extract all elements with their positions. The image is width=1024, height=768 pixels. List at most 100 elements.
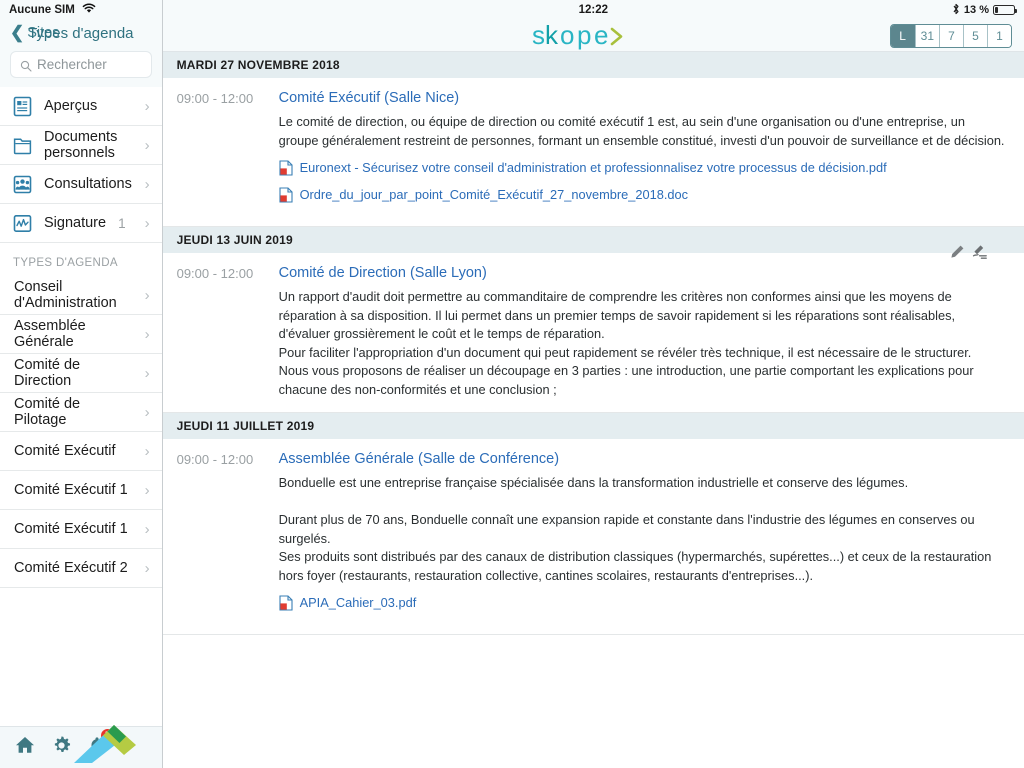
sidebar-item-label: Comité Exécutif <box>14 443 116 459</box>
battery-status-group: 13 % <box>952 0 1017 20</box>
svg-text:p: p <box>577 21 591 50</box>
agenda-event[interactable]: 09:00 - 12:00 Comité Exécutif (Salle Nic… <box>162 78 1024 259</box>
event-body: Assemblée Générale (Salle de Conférence)… <box>279 451 1008 621</box>
sidebar-item-comite-de-direction[interactable]: Comité de Direction › <box>0 354 162 393</box>
segment-7[interactable]: 7 <box>939 25 963 47</box>
svg-text:e: e <box>594 21 608 50</box>
chevron-right-icon: › <box>144 364 150 382</box>
sidebar-item-label: Conseil d'Administration <box>14 279 117 311</box>
battery-percent-label: 13 % <box>963 4 989 16</box>
chevron-right-icon: › <box>144 559 150 577</box>
back-button[interactable]: ❮ Sites <box>10 23 60 42</box>
app-root: Aucune SIM ❮ Sites Types d'agenda Recher… <box>0 0 1024 768</box>
segment-1[interactable]: 1 <box>987 25 1011 47</box>
chevron-right-icon: › <box>144 403 150 421</box>
doc-file-icon <box>279 187 293 208</box>
event-description: Bonduelle est une entreprise française s… <box>278 475 992 583</box>
attachment-item[interactable]: Euronext - Sécurisez votre conseil d'adm… <box>279 159 1008 181</box>
event-time: 09:00 - 12:00 <box>176 452 254 467</box>
agenda-event[interactable]: 09:00 - 12:00 Assemblée Générale (Salle … <box>162 439 1024 635</box>
back-button-label: Sites <box>27 25 60 41</box>
sidebar-item-label: Comité de Pilotage <box>14 396 81 428</box>
sidebar-item-apercus[interactable]: Aperçus › <box>0 87 162 126</box>
svg-text:s: s <box>532 21 546 50</box>
home-icon[interactable] <box>14 735 36 760</box>
sidebar-item-label: Signature <box>44 215 107 231</box>
sidebar-item-label: Assemblée Générale <box>14 318 86 350</box>
agenda-list[interactable]: MARDI 27 NOVEMBRE 2018 09:00 - 12:00 Com… <box>162 52 1024 768</box>
sidebar-item-assemblee-generale[interactable]: Assemblée Générale › <box>0 315 162 354</box>
event-title[interactable]: Assemblée Générale (Salle de Conférence) <box>279 451 1008 467</box>
attachment-name: APIA_Cahier_03.pdf <box>299 595 417 610</box>
svg-text:k: k <box>545 21 559 50</box>
attachment-name: Euronext - Sécurisez votre conseil d'adm… <box>299 160 887 175</box>
sidebar-item-label: Comité de Direction <box>14 357 81 389</box>
sidebar-item-label: Consultations <box>44 176 132 192</box>
sidebar-item-comite-executif-1-alt[interactable]: Comité Exécutif 1 › <box>0 510 162 549</box>
search-icon <box>20 59 32 72</box>
sidebar-item-label: Comité Exécutif 1 <box>14 482 128 498</box>
view-range-segmented-control[interactable]: L 31 7 5 1 <box>889 24 1012 48</box>
day-header: JEUDI 11 JUILLET 2019 <box>162 413 1024 439</box>
sidebar-bottom-toolbar: 5 <box>0 725 162 768</box>
sidebar-item-label: Documents personnels <box>44 129 118 161</box>
wifi-icon <box>82 3 96 17</box>
attachment-item[interactable]: APIA_Cahier_03.pdf <box>279 594 1008 616</box>
event-title[interactable]: Comité Exécutif (Salle Nice) <box>279 90 1008 106</box>
agenda-event[interactable]: 09:00 - 12:00 Comité de Direction (Salle… <box>162 253 1024 413</box>
sidebar-item-label: Aperçus <box>44 98 98 114</box>
event-time: 09:00 - 12:00 <box>176 91 254 106</box>
sidebar-item-consultations[interactable]: Consultations › <box>0 165 162 204</box>
chevron-logo-icon <box>66 721 162 768</box>
signature-icon <box>13 213 32 234</box>
sidebar-item-comite-de-pilotage[interactable]: Comité de Pilotage › <box>0 393 162 432</box>
battery-icon <box>993 5 1017 15</box>
sidebar-item-documents-personnels[interactable]: Documents personnels › <box>0 126 162 165</box>
attachment-name: Ordre_du_jour_par_point_Comité_Exécutif_… <box>299 187 689 202</box>
sidebar-item-conseil-administration[interactable]: Conseil d'Administration › <box>0 276 162 315</box>
pdf-file-icon <box>279 595 293 616</box>
event-attachments: APIA_Cahier_03.pdf <box>279 594 1008 616</box>
status-bar-right: 12:22 13 % <box>162 0 1024 20</box>
chevron-right-icon: › <box>144 325 150 343</box>
sidebar-item-comite-executif-2[interactable]: Comité Exécutif 2 › <box>0 549 162 588</box>
group-icon <box>13 174 32 195</box>
event-title[interactable]: Comité de Direction (Salle Lyon) <box>279 265 1008 281</box>
sidebar-item-signature[interactable]: Signature 1 › <box>0 204 162 243</box>
attachment-item[interactable]: Ordre_du_jour_par_point_Comité_Exécutif_… <box>279 186 1008 208</box>
day-header: MARDI 27 NOVEMBRE 2018 <box>162 52 1024 78</box>
sidebar-item-comite-executif[interactable]: Comité Exécutif › <box>0 432 162 471</box>
search-placeholder: Rechercher <box>37 57 107 72</box>
pdf-file-icon <box>279 160 293 181</box>
folder-icon <box>13 135 32 156</box>
sidebar-nav-bar: ❮ Sites Types d'agenda <box>0 20 162 46</box>
chevron-right-icon: › <box>144 175 150 193</box>
document-icon <box>13 96 32 117</box>
app-header: s k o p e L 31 7 5 1 <box>162 20 1024 52</box>
segment-31[interactable]: 31 <box>914 25 939 47</box>
sidebar-item-label: Comité Exécutif 1 <box>14 521 128 537</box>
event-description: Un rapport d'audit doit permettre au com… <box>278 289 974 397</box>
event-body: Comité de Direction (Salle Lyon) Un rapp… <box>279 265 1008 399</box>
clock-label: 12:22 <box>578 4 608 16</box>
chevron-right-icon: › <box>144 136 150 154</box>
chevron-right-icon: › <box>144 442 150 460</box>
sidebar-item-label: Comité Exécutif 2 <box>14 560 128 576</box>
brand-logo: s k o p e <box>532 21 654 51</box>
event-description: Le comité de direction, ou équipe de dir… <box>278 114 1005 148</box>
sidebar-item-comite-executif-1[interactable]: Comité Exécutif 1 › <box>0 471 162 510</box>
event-attachments: Euronext - Sécurisez votre conseil d'adm… <box>279 159 1008 208</box>
segment-L[interactable]: L <box>890 25 915 47</box>
main-panel: 12:22 13 % s k o p e L 31 7 5 1 MARDI 27… <box>162 0 1024 768</box>
event-time: 09:00 - 12:00 <box>176 266 254 281</box>
sidebar: Aucune SIM ❮ Sites Types d'agenda Recher… <box>0 0 163 768</box>
chevron-right-icon: › <box>144 97 150 115</box>
chevron-right-icon: › <box>144 286 150 304</box>
carrier-label: Aucune SIM <box>9 4 75 16</box>
sidebar-scroll-area[interactable]: Aperçus › Documents personnels › Consult… <box>0 87 162 726</box>
day-header: JEUDI 13 JUIN 2019 <box>162 227 1024 253</box>
chevron-right-icon: › <box>144 481 150 499</box>
segment-5[interactable]: 5 <box>963 25 987 47</box>
chevron-left-icon: ❮ <box>10 23 25 42</box>
search-input[interactable]: Rechercher <box>10 51 152 78</box>
